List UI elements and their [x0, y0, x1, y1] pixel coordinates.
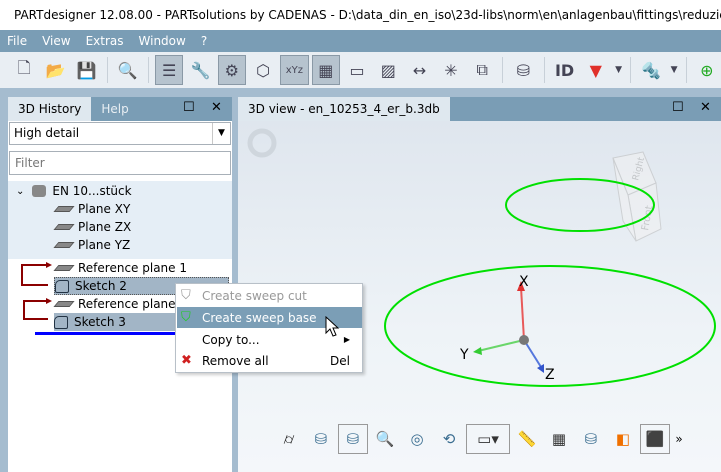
transparency-icon[interactable]: ◎	[402, 424, 432, 454]
history-tree-icon[interactable]: ☰	[154, 55, 184, 85]
tree-item-plane-xy[interactable]: Plane XY	[53, 200, 131, 218]
label: Reference plane 1	[78, 261, 187, 275]
chevron-down-icon[interactable]: ▼	[212, 123, 230, 144]
menu-help[interactable]: ?	[201, 34, 207, 48]
axis-y-label: Y	[459, 347, 469, 363]
id-icon[interactable]: ID	[550, 55, 578, 85]
loading-spinner-icon	[247, 128, 277, 158]
add-part-icon[interactable]: ⊕	[693, 55, 721, 85]
axis-z-label: Z	[545, 367, 555, 383]
selection-mode-icon[interactable]: ▭▾	[466, 424, 510, 454]
view-toolbar: ⌭ ⛁ ⛁ 🔍 ◎ ⟲ ▭▾ 📏 ▦ ⛁ ◧ ⬛ »	[274, 424, 686, 454]
wrench-icon[interactable]: 🔧	[186, 55, 214, 85]
zoom-fit-icon[interactable]: 🔍	[370, 424, 400, 454]
mouse-cursor-icon	[325, 316, 340, 337]
label: Create sweep cut	[202, 288, 307, 303]
ruler-icon[interactable]: 📏	[512, 424, 542, 454]
label: Copy to...	[202, 332, 260, 347]
plane-icon	[53, 224, 75, 230]
search-icon[interactable]: 🔍	[114, 55, 142, 85]
maximize-icon[interactable]: ☐	[672, 100, 684, 115]
axis-x-label: X	[519, 274, 529, 290]
ruler-icon[interactable]: ↔	[406, 55, 434, 85]
rotate-icon[interactable]: ⟲	[434, 424, 464, 454]
menu-window[interactable]: Window	[139, 34, 186, 48]
mesh-icon[interactable]: ▦	[544, 424, 574, 454]
bounding-box-icon[interactable]: ⬛	[640, 424, 670, 454]
section-cut-icon[interactable]: ◧	[608, 424, 638, 454]
tab-help[interactable]: Help	[91, 97, 138, 121]
connector-icon[interactable]: ▭	[343, 55, 371, 85]
menu-file[interactable]: File	[7, 34, 27, 48]
detail-select-value: High detail	[14, 126, 80, 140]
tree-item-plane-zx[interactable]: Plane ZX	[53, 218, 132, 236]
save-part-icon[interactable]: 🔩	[637, 55, 665, 85]
link-arrows	[21, 262, 52, 320]
transform-icon[interactable]: ⧉	[468, 55, 496, 85]
label: Plane XY	[78, 202, 131, 216]
dimension-icon[interactable]: ▨	[374, 55, 402, 85]
menu-item-remove-all[interactable]: ✖ Remove all Del	[177, 350, 362, 371]
window-title: PARTdesigner 12.08.00 - PARTsolutions by…	[14, 8, 721, 22]
part-view-icon[interactable]: ⚙	[217, 55, 246, 85]
drop-indicator	[35, 332, 185, 335]
maximize-icon[interactable]: ☐	[183, 100, 195, 115]
sweep-base-icon: ⛉	[181, 310, 191, 325]
label: Sketch 3	[74, 315, 126, 329]
label: Create sweep base	[202, 310, 317, 325]
label: Reference plane 2	[78, 297, 187, 311]
color-triangle-icon[interactable]: ▼	[582, 55, 610, 85]
close-icon[interactable]: ✕	[211, 100, 222, 115]
label: Plane ZX	[78, 220, 132, 234]
tree-item-reference-plane-2[interactable]: Reference plane 2	[53, 295, 187, 313]
part-icon	[32, 185, 47, 197]
measure-diameter-icon[interactable]: ⛁	[576, 424, 606, 454]
menu-bar: File View Extras Window ?	[0, 30, 721, 52]
label: Remove all	[202, 353, 269, 368]
submenu-arrow-icon: ▶	[343, 335, 350, 344]
remove-x-icon: ✖	[181, 353, 192, 368]
tab-3d-history[interactable]: 3D History	[8, 97, 92, 121]
magic-wand-icon[interactable]: ✳	[437, 55, 465, 85]
assembly-icon[interactable]: ⛁	[509, 55, 537, 85]
shortcut: Del	[330, 353, 350, 368]
shaded-icon[interactable]: ⛁	[306, 424, 336, 454]
label: Plane YZ	[78, 238, 131, 252]
sketch-icon[interactable]: ⬡	[249, 55, 277, 85]
shaded-edges-icon[interactable]: ⛁	[338, 424, 368, 454]
menu-item-create-sweep-cut[interactable]: ⛉ Create sweep cut	[177, 285, 362, 306]
dropdown-arrow-icon[interactable]: ▼	[613, 55, 624, 85]
plane-icon	[53, 206, 75, 212]
table-icon[interactable]: ▦	[311, 55, 340, 85]
dropdown-arrow-icon[interactable]: ▼	[668, 55, 679, 85]
close-icon[interactable]: ✕	[700, 100, 711, 115]
tab-3d-view[interactable]: 3D view - en_10253_4_er_b.3db	[238, 97, 450, 121]
tree-root[interactable]: ⌄ EN 10...stück	[16, 182, 132, 200]
chevron-down-icon[interactable]: ⌄	[16, 186, 24, 197]
new-file-icon[interactable]: 🗋	[10, 55, 38, 85]
more-icon[interactable]: »	[672, 424, 686, 454]
sweep-cut-icon: ⛉	[181, 288, 191, 303]
title-bar: PARTdesigner 12.08.00 - PARTsolutions by…	[0, 0, 721, 30]
xyz-icon[interactable]: xYz	[280, 55, 309, 85]
detail-select[interactable]: High detail ▼	[9, 122, 231, 145]
main-toolbar: 🗋 📂 💾 🔍 ☰ 🔧 ⚙ ⬡ xYz ▦ ▭ ▨ ↔ ✳ ⧉ ⛁ ID ▼ ▼…	[0, 52, 721, 88]
label: Sketch 2	[75, 279, 127, 293]
wireframe-icon[interactable]: ⌭	[274, 424, 304, 454]
tree-root-label: EN 10...stück	[52, 184, 132, 198]
open-folder-icon[interactable]: 📂	[41, 55, 69, 85]
menu-view[interactable]: View	[42, 34, 70, 48]
tree-item-reference-plane-1[interactable]: Reference plane 1	[53, 259, 187, 277]
save-icon[interactable]: 💾	[73, 55, 101, 85]
tree-item-plane-yz[interactable]: Plane YZ	[53, 236, 131, 254]
plane-icon	[53, 242, 75, 248]
filter-input[interactable]: Filter	[9, 151, 231, 175]
menu-extras[interactable]: Extras	[86, 34, 124, 48]
